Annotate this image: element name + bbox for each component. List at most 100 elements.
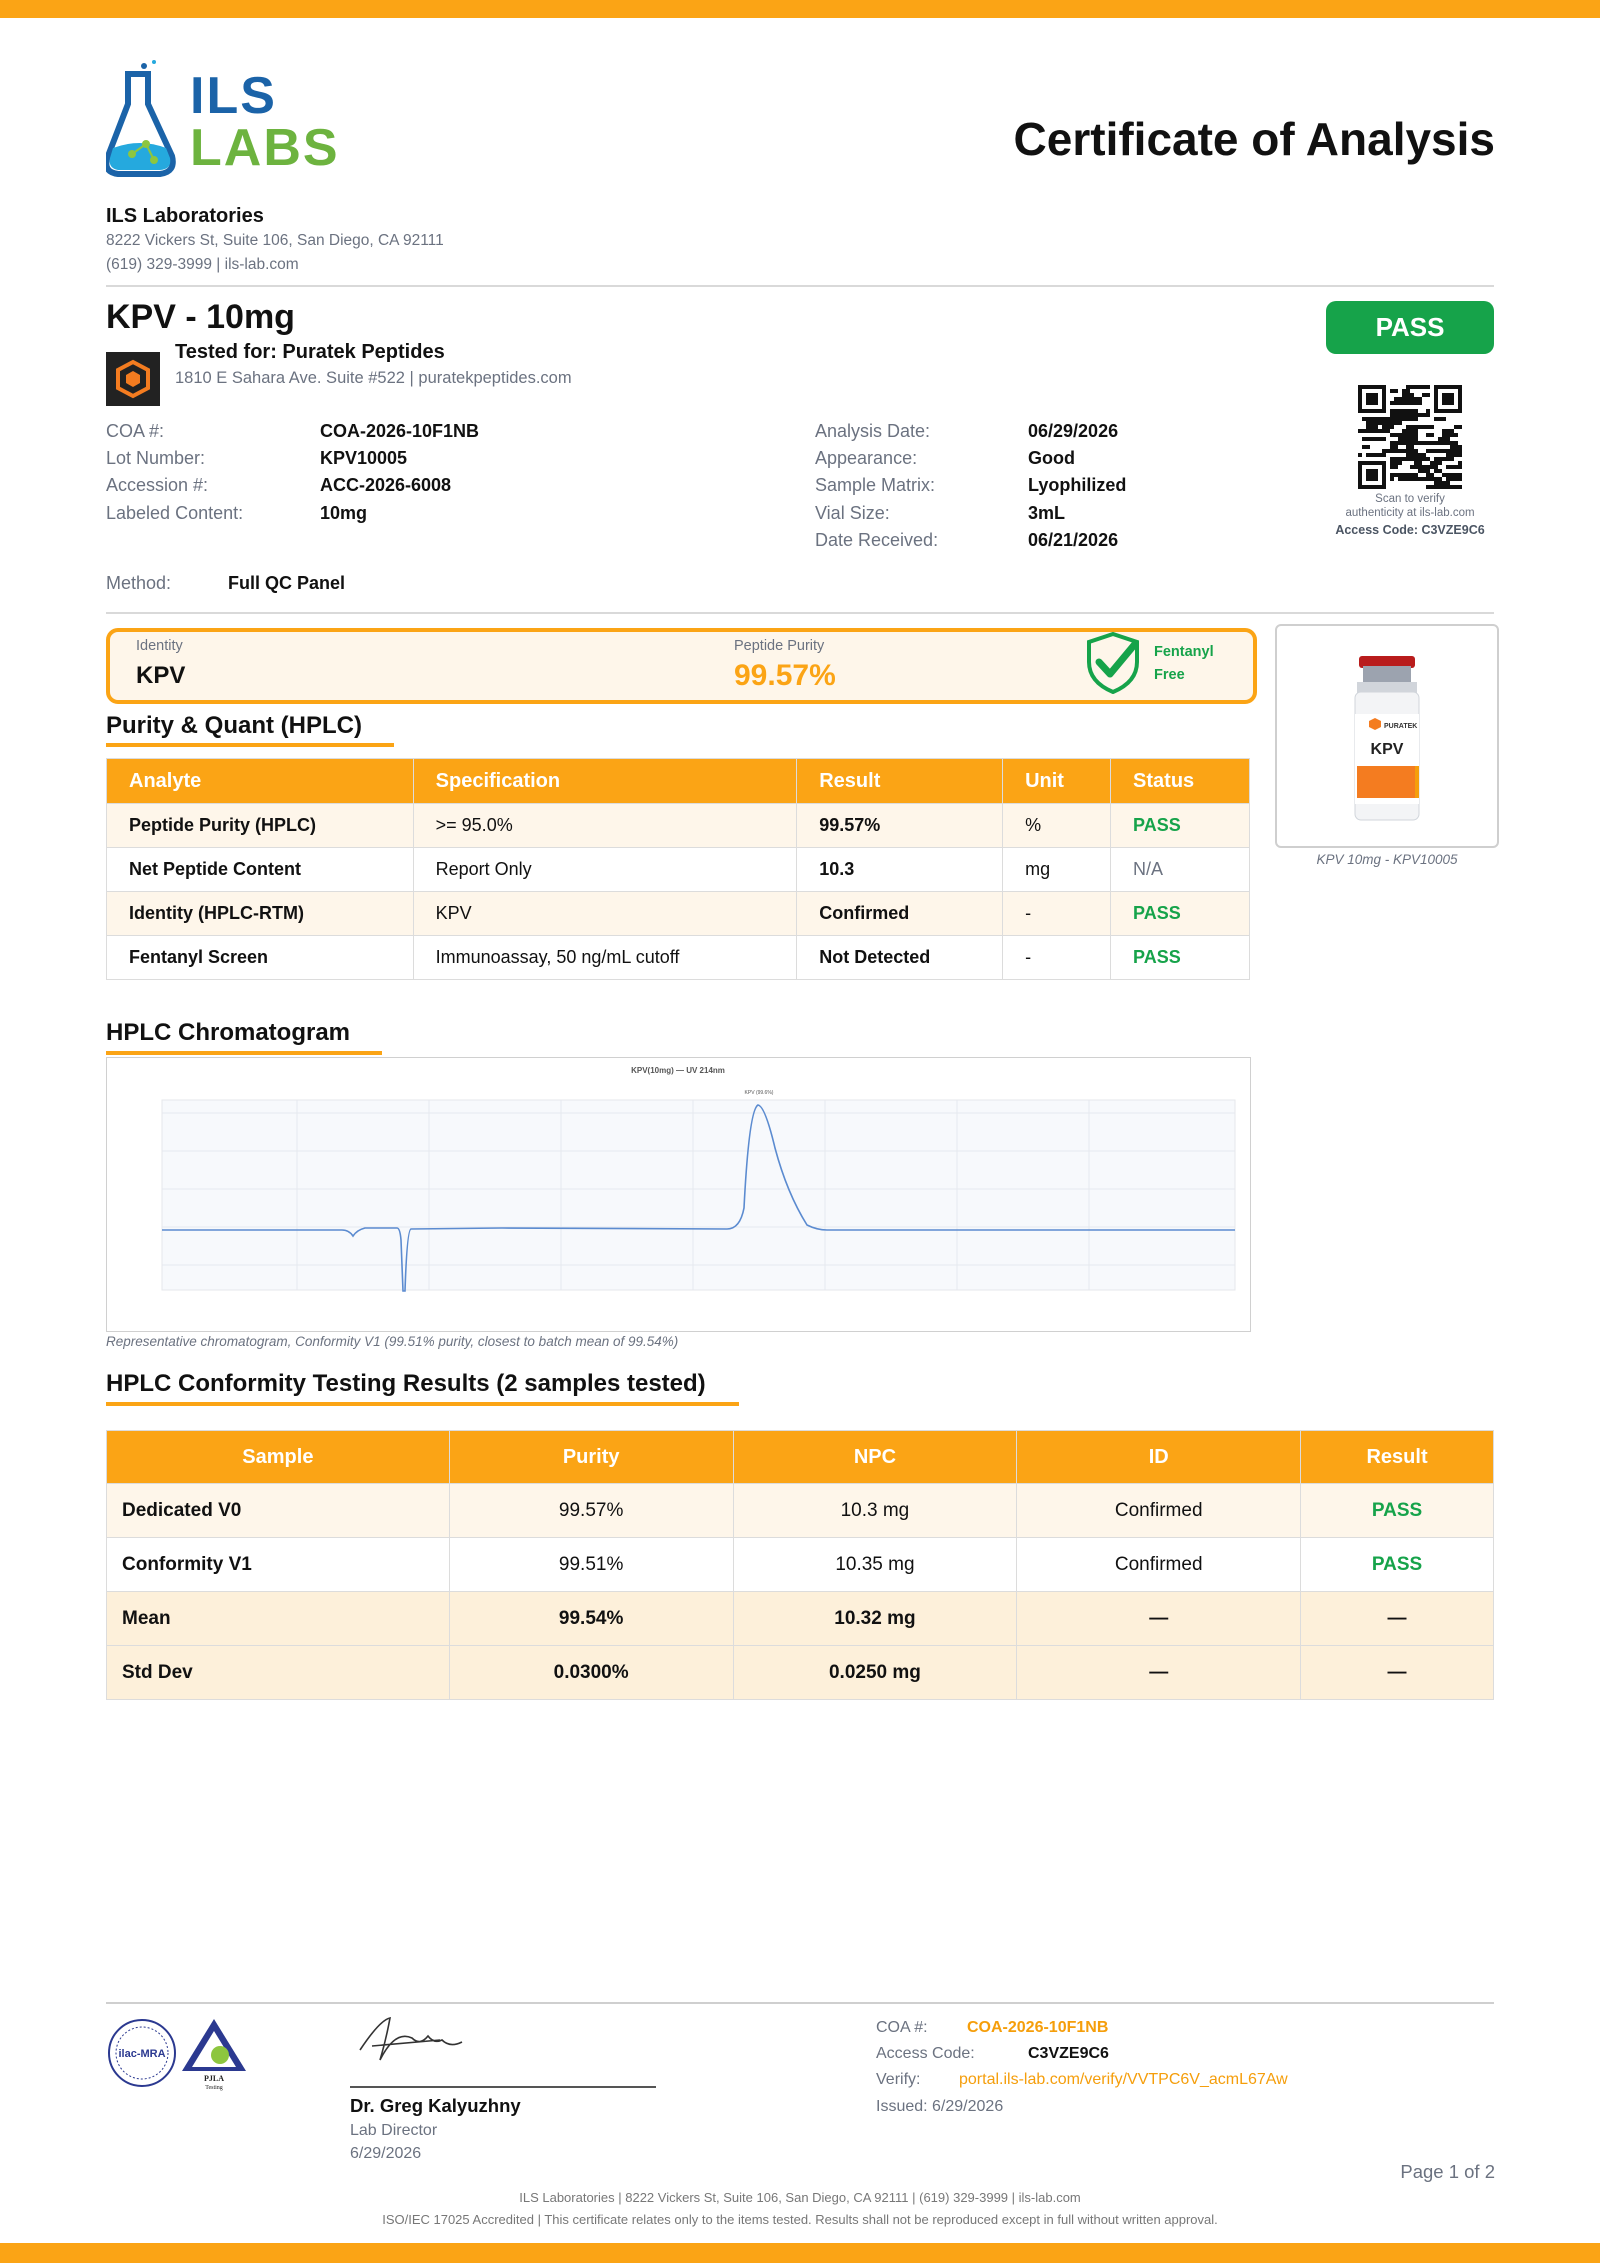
unit-cell: % bbox=[1002, 803, 1112, 848]
signature-line bbox=[350, 2086, 656, 2088]
details-divider bbox=[106, 612, 1494, 614]
purity-cell: 0.0300% bbox=[448, 1645, 734, 1700]
section-title-chromatogram: HPLC Chromatogram bbox=[106, 1019, 351, 1046]
product-photo-caption: KPV 10mg - KPV10005 bbox=[1316, 852, 1458, 867]
result-cell: PASS bbox=[1300, 1483, 1494, 1538]
footer-lab-line: ILS Laboratories | 8222 Vickers St, Suit… bbox=[519, 2190, 1081, 2205]
unit-cell: mg bbox=[1002, 847, 1112, 892]
chromatogram-caption: Representative chromatogram, Conformity … bbox=[106, 1334, 679, 1349]
footer-issued: Issued: 6/29/2026 bbox=[876, 2098, 1004, 2115]
detail-label: COA #: bbox=[106, 421, 165, 441]
identity-value: KPV bbox=[136, 662, 186, 689]
table-row: Peptide Purity (HPLC) >= 95.0% 99.57% % … bbox=[106, 803, 1250, 848]
pjla-seal-subtext: Testing bbox=[205, 2085, 223, 2091]
vial-brand: PURATEK bbox=[1384, 723, 1417, 730]
client-logo bbox=[106, 352, 160, 406]
footer-verify-label: Verify: bbox=[876, 2071, 921, 2088]
fentanyl-line-2: Free bbox=[1154, 667, 1185, 683]
table-row: Dedicated V0 99.57% 10.3 mg Confirmed PA… bbox=[106, 1483, 1494, 1538]
sample-cell: Mean bbox=[106, 1591, 450, 1646]
column-header: Purity bbox=[448, 1430, 734, 1484]
signed-date: 6/29/2026 bbox=[350, 2145, 422, 2162]
column-header: Status bbox=[1110, 758, 1250, 804]
column-header: Result bbox=[1300, 1430, 1494, 1484]
product-name: KPV - 10mg bbox=[106, 298, 295, 336]
spec-cell: Report Only bbox=[412, 847, 798, 892]
chromatogram-image: KPV(10mg) — UV 214nm KPV (99.6%) bbox=[106, 1057, 1251, 1332]
id-cell: — bbox=[1016, 1591, 1302, 1646]
verification-qr-code[interactable] bbox=[1358, 385, 1462, 489]
analyte-cell: Fentanyl Screen bbox=[106, 935, 414, 980]
qr-access-code: Access Code: C3VZE9C6 bbox=[1335, 523, 1485, 537]
footer-disclaimer: ISO/IEC 17025 Accredited | This certific… bbox=[382, 2212, 1218, 2227]
page-number: Page 1 of 2 bbox=[1400, 2161, 1495, 2182]
vial-image: PURATEK KPV bbox=[1354, 656, 1420, 821]
id-cell: — bbox=[1016, 1645, 1302, 1700]
purity-cell: 99.51% bbox=[448, 1537, 734, 1592]
table-row: Identity (HPLC-RTM) KPV Confirmed - PASS bbox=[106, 891, 1250, 936]
document-title: Certificate of Analysis bbox=[1013, 113, 1495, 165]
npc-cell: 10.35 mg bbox=[732, 1537, 1018, 1592]
detail-value: 10mg bbox=[320, 503, 368, 523]
unit-cell: - bbox=[1002, 891, 1112, 936]
ilac-seal-text: ilac-MRA bbox=[118, 2048, 165, 2060]
pjla-seal-text: PJLA bbox=[204, 2074, 224, 2083]
detail-value: 06/29/2026 bbox=[1028, 421, 1119, 441]
sample-cell: Conformity V1 bbox=[106, 1537, 450, 1592]
status-cell: PASS bbox=[1110, 891, 1250, 936]
qr-caption-1: Scan to verify bbox=[1375, 493, 1445, 505]
detail-label: Accession #: bbox=[106, 475, 209, 495]
column-header: Analyte bbox=[106, 758, 414, 804]
table-header-row: Sample Purity NPC ID Result bbox=[106, 1430, 1494, 1484]
table-row: Fentanyl Screen Immunoassay, 50 ng/mL cu… bbox=[106, 935, 1250, 980]
section-underline bbox=[106, 1402, 739, 1406]
result-cell: 10.3 bbox=[796, 847, 1004, 892]
detail-label: Analysis Date: bbox=[815, 421, 931, 441]
footer-access-label: Access Code: bbox=[876, 2045, 975, 2062]
vial-label: KPV bbox=[1371, 741, 1404, 758]
method-value: Full QC Panel bbox=[228, 573, 346, 593]
lab-contact: (619) 329-3999 | ils-lab.com bbox=[106, 256, 299, 273]
pjla-seal: PJLA Testing bbox=[180, 2017, 248, 2093]
table-row: Conformity V1 99.51% 10.35 mg Confirmed … bbox=[106, 1537, 1494, 1592]
verify-link[interactable]: portal.ils-lab.com/verify/VVTPC6V_acmL67… bbox=[959, 2071, 1288, 2089]
shield-check-icon bbox=[1081, 630, 1145, 695]
qr-caption-2: authenticity at ils-lab.com bbox=[1345, 507, 1475, 519]
purity-cell: 99.54% bbox=[448, 1591, 734, 1646]
footer-access-value: C3VZE9C6 bbox=[1028, 2045, 1109, 2062]
purity-value: 99.57% bbox=[734, 659, 836, 692]
spec-cell: KPV bbox=[412, 891, 798, 936]
sample-cell: Std Dev bbox=[106, 1645, 450, 1700]
detail-label: Lot Number: bbox=[106, 448, 206, 468]
npc-cell: 10.3 mg bbox=[732, 1483, 1018, 1538]
fentanyl-line-1: Fentanyl bbox=[1154, 644, 1214, 660]
logo-text-ils: ILS bbox=[190, 67, 277, 125]
section-title-conformity: HPLC Conformity Testing Results (2 sampl… bbox=[106, 1370, 706, 1397]
purity-cell: 99.57% bbox=[448, 1483, 734, 1538]
detail-label: Vial Size: bbox=[815, 503, 890, 523]
client-address: 1810 E Sahara Ave. Suite #522 | puratekp… bbox=[175, 369, 572, 387]
footer-coa-value: COA-2026-10F1NB bbox=[967, 2019, 1109, 2036]
column-header: Sample bbox=[106, 1430, 450, 1484]
detail-value: 3mL bbox=[1028, 503, 1066, 523]
purity-label: Peptide Purity bbox=[734, 638, 825, 654]
column-header: Unit bbox=[1002, 758, 1112, 804]
product-photo: PURATEK KPV bbox=[1275, 624, 1499, 848]
overall-status-badge: PASS bbox=[1326, 301, 1494, 354]
chromatogram-plot-title: KPV(10mg) — UV 214nm bbox=[631, 1066, 725, 1075]
signer-name: Dr. Greg Kalyuzhny bbox=[350, 2095, 521, 2116]
detail-label: Appearance: bbox=[815, 448, 918, 468]
bottom-accent-bar bbox=[0, 2243, 1600, 2263]
analyte-cell: Net Peptide Content bbox=[106, 847, 414, 892]
section-title-purity: Purity & Quant (HPLC) bbox=[106, 712, 362, 739]
spec-cell: Immunoassay, 50 ng/mL cutoff bbox=[412, 935, 798, 980]
detail-label: Sample Matrix: bbox=[815, 475, 936, 495]
section-underline bbox=[106, 743, 394, 747]
chromatogram-peak-label: KPV (99.6%) bbox=[745, 1090, 774, 1096]
table-header-row: Analyte Specification Result Unit Status bbox=[106, 758, 1250, 804]
npc-cell: 0.0250 mg bbox=[732, 1645, 1018, 1700]
result-cell: PASS bbox=[1300, 1537, 1494, 1592]
lab-address: 8222 Vickers St, Suite 106, San Diego, C… bbox=[106, 232, 444, 249]
method-label: Method: bbox=[106, 573, 172, 593]
id-cell: Confirmed bbox=[1016, 1483, 1302, 1538]
